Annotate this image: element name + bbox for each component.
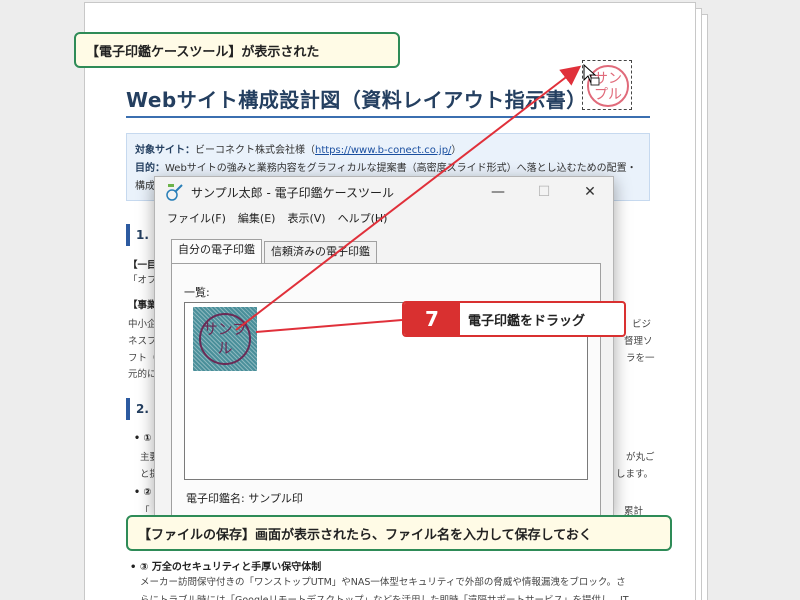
list-label: 一覧: <box>184 286 210 299</box>
section-2-heading: 2. <box>126 398 156 420</box>
stamp-name-label: 電子印鑑名: サンプル印 <box>186 492 303 505</box>
stamp-case-tool-window: サンプル太郎 - 電子印鑑ケースツール — ☐ ✕ ファイル(F) 編集(E) … <box>154 176 614 517</box>
fragment-left: • ① <box>134 433 152 444</box>
window-titlebar[interactable]: サンプル太郎 - 電子印鑑ケースツール — ☐ ✕ <box>155 177 613 207</box>
callout-save-file: 【ファイルの保存】画面が表示されたら、ファイル名を入力して保存しておく <box>126 515 672 551</box>
menu-file[interactable]: ファイル(F) <box>161 210 232 226</box>
section-3-text: メーカー訪問保守付きの「ワンストップUTM」やNAS一体型セキュリティで外部の脅… <box>140 574 660 600</box>
fragment-left: 元的に <box>128 369 157 380</box>
target-line: 対象サイト：ビーコネクト株式会社様（https://www.b-conect.c… <box>135 142 641 160</box>
minimize-button[interactable]: — <box>475 177 521 207</box>
window-title: サンプル太郎 - 電子印鑑ケースツール <box>191 185 395 200</box>
menu-help[interactable]: ヘルプ(H) <box>332 210 394 226</box>
menu-bar: ファイル(F) 編集(E) 表示(V) ヘルプ(H) <box>155 207 613 229</box>
document-title: Webサイト構成設計図（資料レイアウト指示書） <box>126 88 587 112</box>
section-3-line: メーカー訪問保守付きの「ワンストップUTM」やNAS一体型セキュリティで外部の脅… <box>140 577 626 588</box>
fragment-left: 「オフ <box>128 275 157 286</box>
drag-cursor-icon <box>583 64 600 86</box>
target-url-link[interactable]: https://www.b-conect.co.jp/ <box>315 145 451 156</box>
close-button[interactable]: ✕ <box>567 177 613 207</box>
maximize-button[interactable]: ☐ <box>521 177 567 207</box>
target-label: 対象サイト： <box>135 145 195 156</box>
purpose-label: 目的： <box>135 163 165 174</box>
target-close: ） <box>451 145 462 156</box>
tab-strip: 自分の電子印鑑 信頼済みの電子印鑑 <box>171 239 379 263</box>
stamp-item-image: サンプル <box>199 313 251 365</box>
fragment-right: ラを一 <box>626 353 655 364</box>
step-callout: 7 電子印鑑をドラッグ <box>402 301 626 337</box>
fragment-right: が丸ご <box>626 452 655 463</box>
fragment-left: • ② <box>134 487 152 498</box>
step-number: 7 <box>404 303 460 335</box>
stamp-app-icon <box>166 184 183 201</box>
fragment-left: 中小企 <box>128 319 157 330</box>
section-1-heading: 1. <box>126 224 156 246</box>
stamp-list-item[interactable]: サンプル <box>193 307 257 371</box>
fragment-right: 督理ソ <box>624 336 653 347</box>
fragment-left: 【事業 <box>128 300 157 311</box>
menu-view[interactable]: 表示(V) <box>281 210 331 226</box>
section-3-line: らにトラブル時には「Googleリモートデスクトップ」などを活用した即時「遠隔サ… <box>140 592 660 600</box>
fragment-right: ビジ <box>632 319 652 330</box>
fragment-right: します。 <box>616 469 654 480</box>
title-rule <box>126 116 650 118</box>
step-text: 電子印鑑をドラッグ <box>468 313 586 329</box>
target-value: ビーコネクト株式会社様（ <box>195 145 315 156</box>
fragment-left: ネスフ <box>128 336 157 347</box>
callout-tool-shown: 【電子印鑑ケースツール】が表示された <box>74 32 400 68</box>
fragment-left: フト（ <box>128 353 157 364</box>
fragment-left: 【一目 <box>128 260 157 271</box>
section-3-heading: • ③ 万全のセキュリティと手厚い保守体制 <box>130 562 322 573</box>
menu-edit[interactable]: 編集(E) <box>232 210 282 226</box>
tab-my-stamps[interactable]: 自分の電子印鑑 <box>171 239 262 263</box>
purpose-value: Webサイトの強みと業務内容をグラフィカルな提案書（高密度スライド形式）へ落とし… <box>165 163 637 174</box>
tab-trusted-stamps[interactable]: 信頼済みの電子印鑑 <box>264 241 377 263</box>
